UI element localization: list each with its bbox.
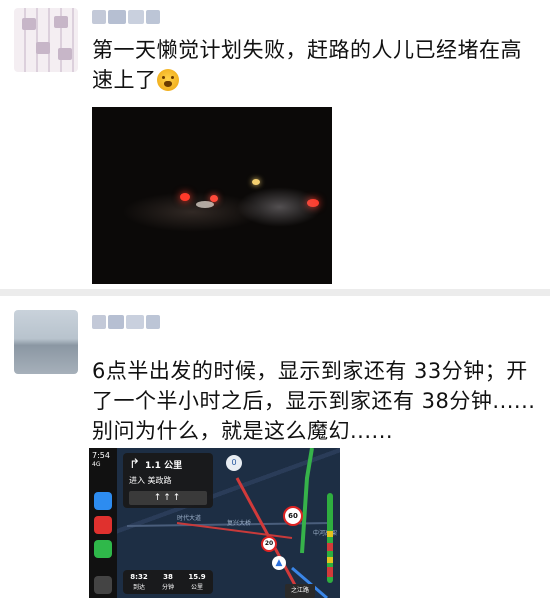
- road-label: 复兴大桥: [227, 520, 252, 527]
- remaining-distance: 15.9 公里: [188, 573, 206, 591]
- feed-post: 6点半出发的时候，显示到家还有 33分钟；开了一个半小时之后，显示到家还有 38…: [0, 296, 550, 606]
- avatar[interactable]: [14, 310, 78, 374]
- lane-guidance: ↑↑↑: [129, 491, 207, 505]
- author-name[interactable]: [92, 314, 162, 332]
- navigation-app-icon[interactable]: [94, 492, 112, 510]
- traffic-status-bar: [327, 493, 333, 583]
- next-road: 进入 美政路: [129, 476, 172, 485]
- music-app-icon[interactable]: [94, 516, 112, 534]
- vehicle-position-icon: ▲: [272, 556, 286, 570]
- signal-indicator: 4G: [92, 461, 101, 468]
- app-grid-icon[interactable]: [94, 576, 112, 594]
- carplay-screenshot[interactable]: 7:54 4G 时代大道 复兴大桥 中河高架 ↱ 1.1 公里 进入 美政路 ↑…: [89, 448, 340, 598]
- arrival-time: 8:32 到达: [130, 573, 148, 591]
- grimace-emoji-icon: [156, 69, 179, 91]
- clock: 7:54: [92, 451, 110, 460]
- trip-summary[interactable]: 8:32 到达 38 分钟 15.9 公里: [123, 570, 213, 594]
- post-separator: [0, 289, 550, 296]
- remaining-minutes: 38 分钟: [161, 573, 174, 591]
- turn-distance: 1.1 公里: [145, 461, 183, 471]
- speed-limit-sign: 20: [261, 536, 277, 552]
- destination-label: 之江路: [285, 584, 315, 598]
- road-label: 中河高架: [313, 530, 338, 537]
- post-text: 第一天懒觉计划失败，赶路的人儿已经堵在高速上了: [92, 38, 522, 92]
- phone-app-icon[interactable]: [94, 540, 112, 558]
- avatar[interactable]: [14, 8, 78, 72]
- turn-right-icon: ↱: [129, 457, 140, 472]
- speed-limit-sign: 60: [283, 506, 303, 526]
- carplay-dock: 7:54 4G: [89, 448, 117, 598]
- post-text: 6点半出发的时候，显示到家还有 33分钟；开了一个半小时之后，显示到家还有 38…: [92, 359, 536, 443]
- post-photo[interactable]: [92, 107, 332, 284]
- navigation-card[interactable]: ↱ 1.1 公里 进入 美政路 ↑↑↑: [123, 453, 213, 508]
- compass-icon[interactable]: 0: [226, 455, 242, 471]
- feed-post: 第一天懒觉计划失败，赶路的人儿已经堵在高速上了: [0, 0, 550, 289]
- author-name[interactable]: [92, 9, 162, 27]
- road-label: 时代大道: [177, 515, 202, 522]
